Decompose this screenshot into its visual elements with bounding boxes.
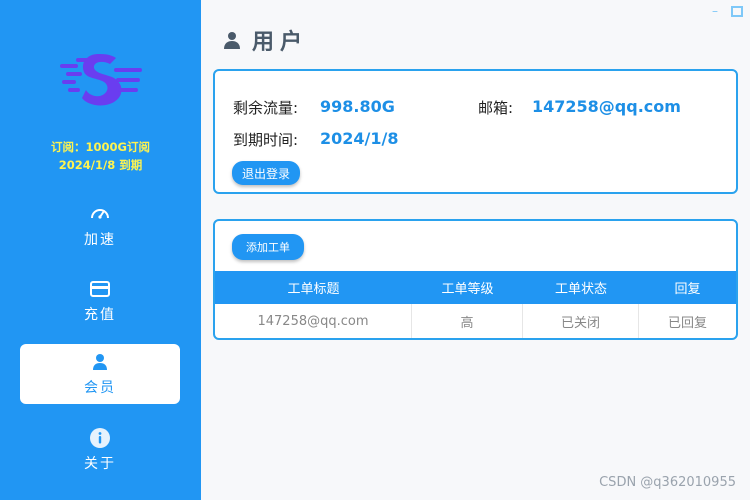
ticket-status-cell: 已关闭 [523,304,639,338]
column-header-title[interactable]: 工单标题 [215,271,412,304]
user-icon [89,351,111,373]
sidebar: 订阅：1000G订阅 2024/1/8 到期 加速 充值 会员 关于 [0,0,201,500]
ticket-reply-cell: 已回复 [667,316,707,331]
page-title: 用户 [222,24,308,56]
minimize-button[interactable]: – [708,4,722,18]
maximize-button[interactable] [730,4,744,18]
nav-label-accelerate: 加速 [84,232,116,248]
ticket-level-cell: 高 [412,304,523,338]
expire-row: 到期时间: [233,129,298,150]
nav-item-about[interactable]: 关于 [20,420,180,480]
traffic-value: 998.80G [320,97,395,116]
column-header-status[interactable]: 工单状态 [523,271,639,304]
info-icon [89,427,111,449]
speedometer-icon [89,203,111,225]
page-title-text: 用户 [252,30,309,55]
nav-label-member: 会员 [84,380,116,396]
column-header-reply[interactable]: 回复 [639,271,736,304]
traffic-label: 剩余流量: [233,99,299,117]
traffic-value-row: 998.80G [320,97,395,116]
subscription-plan: 订阅：1000G订阅 [51,140,150,154]
expire-value: 2024/1/8 [320,129,399,148]
email-value: 147258@qq.com [532,97,681,116]
email-row: 邮箱: [478,97,513,118]
nav-item-accelerate[interactable]: 加速 [20,196,180,256]
tickets-card: 添加工单 工单标题 工单等级 工单状态 回复 147258@qq.com 高 已… [213,219,738,340]
account-info-card: 剩余流量: 998.80G 邮箱: 147258@qq.com 到期时间: 20… [213,69,738,194]
email-label: 邮箱: [478,99,514,117]
column-header-level[interactable]: 工单等级 [412,271,523,304]
nav-item-recharge[interactable]: 充值 [20,271,180,331]
tickets-table-header: 工单标题 工单等级 工单状态 回复 [215,271,736,304]
user-icon [222,30,242,50]
table-row[interactable]: 147258@qq.com 高 已关闭 已回复 [215,304,736,338]
add-ticket-button[interactable]: 添加工单 [232,234,304,260]
traffic-row: 剩余流量: [233,97,298,118]
nav-item-member[interactable]: 会员 [20,344,180,404]
expire-value-row: 2024/1/8 [320,129,398,148]
nav-label-about: 关于 [84,456,116,472]
window-controls: – [708,4,744,18]
ticket-title-cell: 147258@qq.com [215,304,412,338]
credit-card-icon [89,278,111,300]
expire-label: 到期时间: [233,131,299,149]
watermark: CSDN @q362010955 [599,475,736,490]
nav-label-recharge: 充值 [84,307,116,323]
app-logo-icon [58,50,142,112]
subscription-info: 订阅：1000G订阅 2024/1/8 到期 [0,138,201,174]
logout-button[interactable]: 退出登录 [232,161,300,185]
subscription-expiry: 2024/1/8 到期 [58,158,143,172]
email-value-row: 147258@qq.com [532,97,681,116]
